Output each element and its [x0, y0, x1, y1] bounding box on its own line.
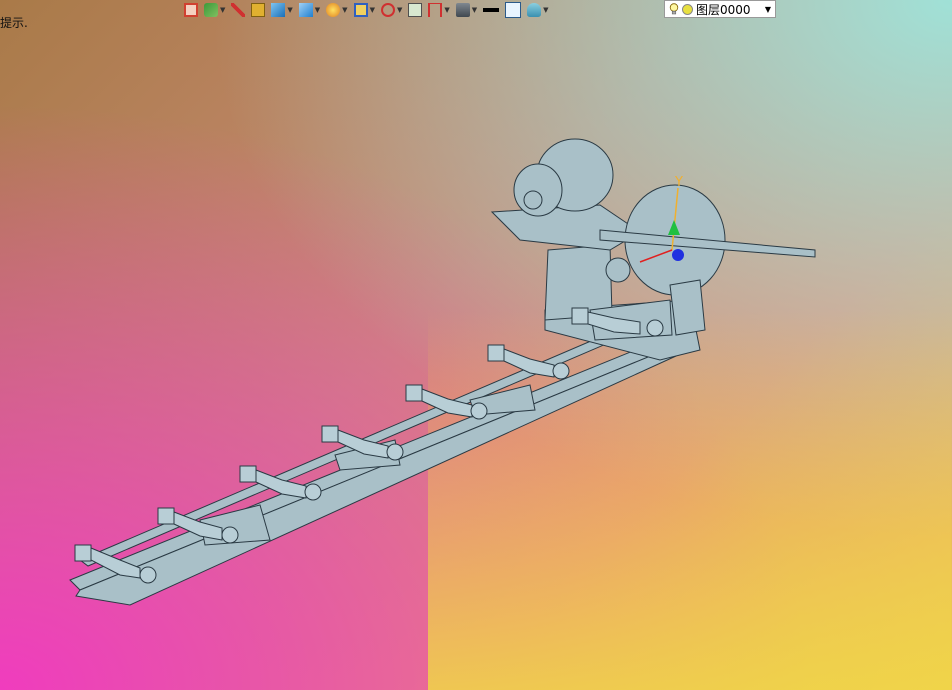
motor-plate: [490, 204, 641, 251]
rail-bottom: [75, 347, 677, 606]
axis-label-y: Y: [674, 175, 683, 190]
motor-end: [513, 163, 563, 217]
small-pulley: [605, 257, 631, 283]
pulley: [523, 190, 543, 210]
vise-block: [669, 279, 706, 336]
cad-model[interactable]: Y: [0, 0, 952, 690]
